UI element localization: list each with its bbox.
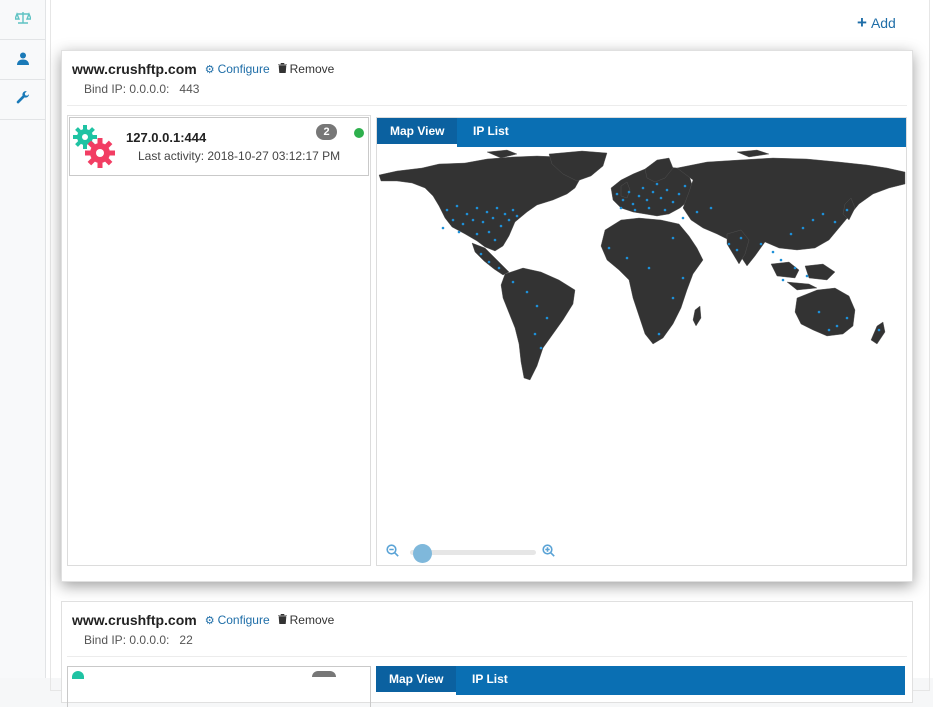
connection-address: 127.0.0.1:444 [126, 130, 207, 145]
sidebar-item-tools[interactable] [0, 80, 45, 120]
server-card: www.crushftp.com ⚙ Configure Remove Bind… [61, 50, 913, 582]
gear-icon: ⚙ [204, 614, 215, 627]
map-panel: Map View IP List [376, 666, 905, 706]
add-server-button[interactable]: + Add [857, 13, 896, 32]
bind-ip: Bind IP: 0.0.0.0: 22 [84, 633, 193, 647]
last-activity: Last activity: 2018-10-27 03:12:17 PM [138, 149, 341, 163]
add-label: Add [870, 15, 896, 31]
divider [67, 105, 907, 106]
view-tabs: Map View IP List [376, 666, 905, 695]
remove-button[interactable]: Remove [277, 613, 334, 627]
view-tabs: Map View IP List [377, 118, 906, 147]
bind-port: 22 [179, 633, 193, 647]
configure-button[interactable]: ⚙ Configure [205, 62, 270, 76]
map-panel: Map View IP List [376, 117, 907, 566]
wrench-icon [16, 91, 30, 108]
gear-icon: ⚙ [204, 63, 215, 76]
user-icon [16, 52, 29, 68]
server-card: www.crushftp.com ⚙ Configure Remove Bind… [61, 601, 913, 707]
scale-icon [13, 11, 32, 28]
zoom-in-icon[interactable] [542, 544, 555, 560]
zoom-slider-handle[interactable] [412, 544, 432, 563]
divider [67, 656, 907, 657]
zoom-out-icon[interactable] [386, 544, 399, 560]
count-badge: 2 [316, 124, 337, 140]
sidebar-item-balance[interactable] [0, 0, 45, 40]
tab-ip-list[interactable]: IP List [459, 666, 521, 695]
sidebar-item-users[interactable] [0, 40, 45, 80]
server-host: www.crushftp.com [72, 61, 197, 77]
server-card-header: www.crushftp.com ⚙ Configure Remove Bind… [72, 611, 902, 647]
main-content: + Add www.crushftp.com ⚙ Configure Remov… [46, 0, 933, 707]
remove-button[interactable]: Remove [277, 62, 334, 76]
tab-map-view[interactable]: Map View [377, 118, 458, 147]
sidebar [0, 0, 46, 678]
server-host: www.crushftp.com [72, 612, 197, 628]
configure-button[interactable]: ⚙ Configure [205, 613, 270, 627]
status-dot [354, 128, 364, 138]
list-item[interactable]: 127.0.0.1:444 Last activity: 2018-10-27 … [69, 117, 369, 176]
bind-ip: Bind IP: 0.0.0.0: 443 [84, 82, 200, 96]
tab-ip-list[interactable]: IP List [460, 118, 522, 147]
trash-icon [277, 62, 287, 76]
zoom-control [386, 544, 558, 563]
count-badge [312, 671, 336, 677]
tab-map-view[interactable]: Map View [376, 666, 457, 695]
connection-list [67, 666, 371, 707]
connection-list: 127.0.0.1:444 Last activity: 2018-10-27 … [67, 115, 371, 566]
world-map[interactable] [377, 148, 906, 388]
trash-icon [277, 613, 287, 627]
gears-icon [72, 122, 116, 168]
server-card-header: www.crushftp.com ⚙ Configure Remove Bind… [72, 60, 902, 96]
bind-port: 443 [179, 82, 200, 96]
plus-icon: + [857, 13, 867, 32]
